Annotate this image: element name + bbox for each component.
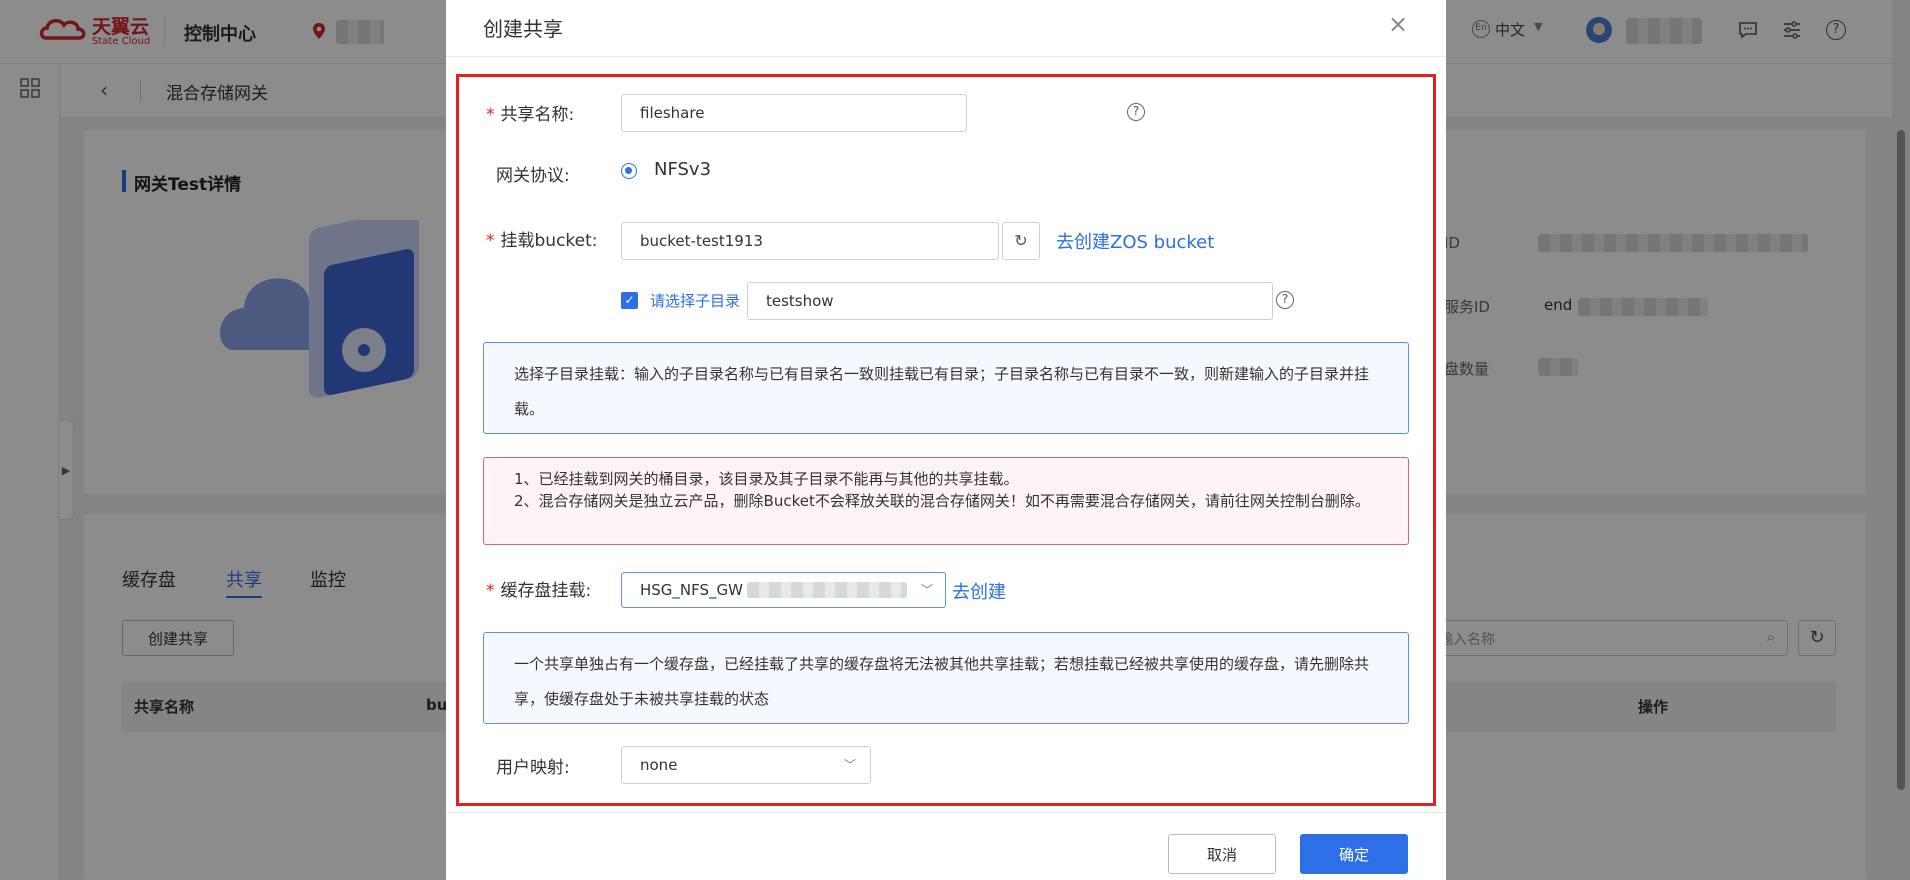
subdir-label[interactable]: 请选择子目录 [650, 290, 740, 311]
confirm-button[interactable]: 确定 [1300, 834, 1408, 874]
create-share-dialog: 创建共享 × * 共享名称: fileshare ? 网关协议: NFSv3 * 挂… [446, 0, 1446, 880]
dialog-title: 创建共享 [483, 17, 563, 41]
cache-disk-label: * 缓存盘挂载: [486, 581, 592, 601]
cancel-button[interactable]: 取消 [1168, 834, 1276, 874]
user-map-label: 用户映射: [496, 758, 570, 778]
bucket-select[interactable]: bucket-test1913 [621, 222, 999, 260]
cache-info-box: 一个共享单独占有一个缓存盘，已经挂载了共享的缓存盘将无法被其他共享挂载；若想挂载… [483, 632, 1409, 724]
share-name-input[interactable]: fileshare [621, 94, 967, 132]
chevron-down-icon: ﹀ [920, 583, 933, 597]
bucket-label: * 挂载bucket: [486, 231, 598, 251]
subdir-checkbox[interactable]: ✓ [621, 292, 638, 309]
subdir-input[interactable]: testshow [747, 282, 1273, 320]
divider [446, 812, 1446, 813]
subdir-info-box: 选择子目录挂载：输入的子目录名称与已有目录名一致则挂载已有目录；子目录名称与已有… [483, 342, 1409, 434]
warning-box: 1、已经挂载到网关的桶目录，该目录及其子目录不能再与其他的共享挂载。 2、混合存… [483, 457, 1409, 545]
info-text: 一个共享单独占有一个缓存盘，已经挂载了共享的缓存盘将无法被其他共享挂载；若想挂载… [514, 655, 1370, 708]
chevron-down-icon: ﹀ [843, 758, 856, 772]
share-name-label: * 共享名称: [486, 105, 575, 125]
create-bucket-link[interactable]: 去创建ZOS bucket [1056, 228, 1214, 254]
masked-value [747, 582, 907, 598]
warning-line: 1、已经挂载到网关的桶目录，该目录及其子目录不能再与其他的共享挂载。 [514, 470, 1019, 488]
cache-disk-value: HSG_NFS_GW [640, 581, 743, 599]
help-icon[interactable]: ? [1127, 103, 1145, 121]
protocol-option[interactable]: NFSv3 [654, 159, 711, 180]
user-map-select[interactable]: none ﹀ [621, 746, 871, 784]
user-map-value: none [640, 756, 678, 774]
help-icon[interactable]: ? [1276, 291, 1294, 309]
info-text: 选择子目录挂载：输入的子目录名称与已有目录名一致则挂载已有目录；子目录名称与已有… [514, 365, 1370, 418]
protocol-label: 网关协议: [496, 166, 570, 186]
warning-line: 2、混合存储网关是独立云产品，删除Bucket不会释放关联的混合存储网关！如不再… [514, 492, 1370, 510]
cache-disk-select[interactable]: HSG_NFS_GW ﹀ [621, 572, 946, 608]
divider [446, 56, 1446, 57]
protocol-radio[interactable] [621, 163, 637, 179]
close-icon[interactable]: × [1388, 10, 1408, 38]
create-cache-link[interactable]: 去创建 [952, 578, 1006, 604]
refresh-icon[interactable]: ↻ [1002, 222, 1040, 260]
